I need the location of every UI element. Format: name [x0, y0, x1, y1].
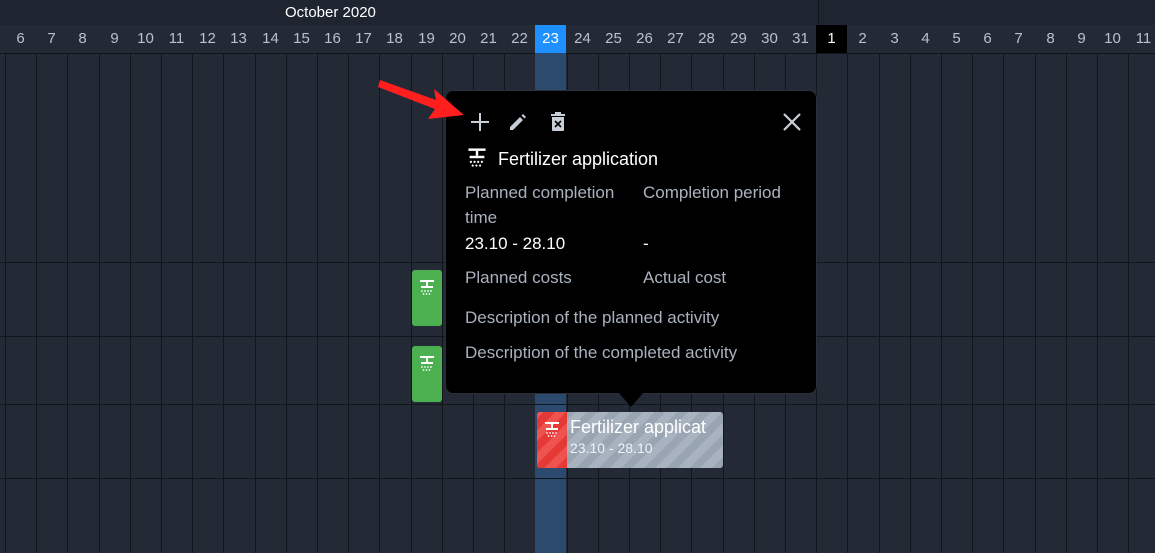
day-cell: 8: [78, 30, 87, 47]
day-cell: 11: [168, 30, 185, 47]
completed-description-label: Description of the completed activity: [465, 343, 738, 362]
task-bar-green[interactable]: [412, 346, 442, 402]
task-status-lead: [537, 412, 567, 468]
month-label: October 2020: [285, 4, 376, 21]
day-cell: 21: [480, 30, 497, 47]
grid-row-line: [0, 478, 1155, 479]
fertilizer-icon: [543, 420, 561, 443]
month-separator: [818, 0, 819, 25]
planned-costs-label: Planned costs: [465, 268, 572, 287]
day-cell: 10: [137, 30, 154, 47]
day-cell: 23: [535, 25, 566, 53]
day-cell: 5: [952, 30, 961, 47]
close-icon[interactable]: [779, 109, 805, 135]
day-cell: 17: [355, 30, 372, 47]
planned-description-label: Description of the planned activity: [465, 308, 720, 327]
fertilizer-icon: [418, 354, 436, 377]
day-cell: 16: [324, 30, 341, 47]
day-cell: 4: [921, 30, 930, 47]
day-cell: 26: [636, 30, 653, 47]
day-cell: 7: [1014, 30, 1023, 47]
actual-cost-label: Actual cost: [643, 268, 727, 287]
task-bar-fertilizer[interactable]: Fertilizer applicat 23.10 - 28.10: [537, 412, 723, 468]
day-cell: 3: [890, 30, 899, 47]
day-cell: 12: [199, 30, 216, 47]
day-cell: 9: [1077, 30, 1086, 47]
planned-completion-value: 23.10 - 28.10: [465, 234, 566, 253]
fertilizer-icon: [466, 146, 488, 173]
day-cell: 30: [761, 30, 778, 47]
day-cell: 18: [386, 30, 403, 47]
activity-popup: Fertilizer application Planned completio…: [445, 90, 817, 394]
task-title: Fertilizer applicat: [570, 417, 707, 437]
fertilizer-icon: [418, 278, 436, 301]
timeline: October 2020 6 7 8 9 10 11 12 13 14 15 16 17 18 19 20 2…: [0, 0, 1155, 553]
day-cell: 20: [449, 30, 466, 47]
day-cell: 29: [730, 30, 747, 47]
day-cell: 10: [1104, 30, 1121, 47]
day-cell: 25: [605, 30, 622, 47]
day-cell: 19: [418, 30, 435, 47]
day-cell: 22: [511, 30, 528, 47]
days-row: 6 7 8 9 10 11 12 13 14 15 16 17 18 19 20 21 22 23 24 25 26 27…: [0, 25, 1155, 54]
day-cell: 28: [698, 30, 715, 47]
planned-completion-label: Planned completion time: [465, 183, 615, 227]
day-cell: 11: [1135, 30, 1152, 47]
day-cell: 2: [858, 30, 867, 47]
day-cell: 7: [47, 30, 56, 47]
day-cell: 31: [792, 30, 809, 47]
delete-icon[interactable]: [545, 109, 571, 135]
day-cell: 27: [667, 30, 684, 47]
popup-pointer: [619, 393, 643, 407]
grid-row-line: [0, 404, 1155, 405]
day-cell: 6: [16, 30, 25, 47]
day-cell: 1: [816, 25, 847, 53]
completion-period-value: -: [643, 234, 649, 253]
day-cell: 9: [110, 30, 119, 47]
completion-period-label: Completion period: [643, 183, 781, 202]
day-cell: 8: [1046, 30, 1055, 47]
day-cell: 13: [230, 30, 247, 47]
pointer-arrow-icon: [378, 80, 464, 119]
popup-header: Fertilizer application: [466, 146, 658, 173]
day-cell: 6: [983, 30, 992, 47]
day-cell: 24: [574, 30, 591, 47]
task-dates: 23.10 - 28.10: [570, 440, 653, 456]
popup-title: Fertilizer application: [498, 149, 659, 169]
edit-icon[interactable]: [505, 109, 531, 135]
day-cell: 15: [293, 30, 310, 47]
month-header: October 2020: [0, 0, 1155, 26]
task-bar-green[interactable]: [412, 270, 442, 326]
day-cell: 14: [262, 30, 279, 47]
add-icon[interactable]: [467, 109, 493, 135]
